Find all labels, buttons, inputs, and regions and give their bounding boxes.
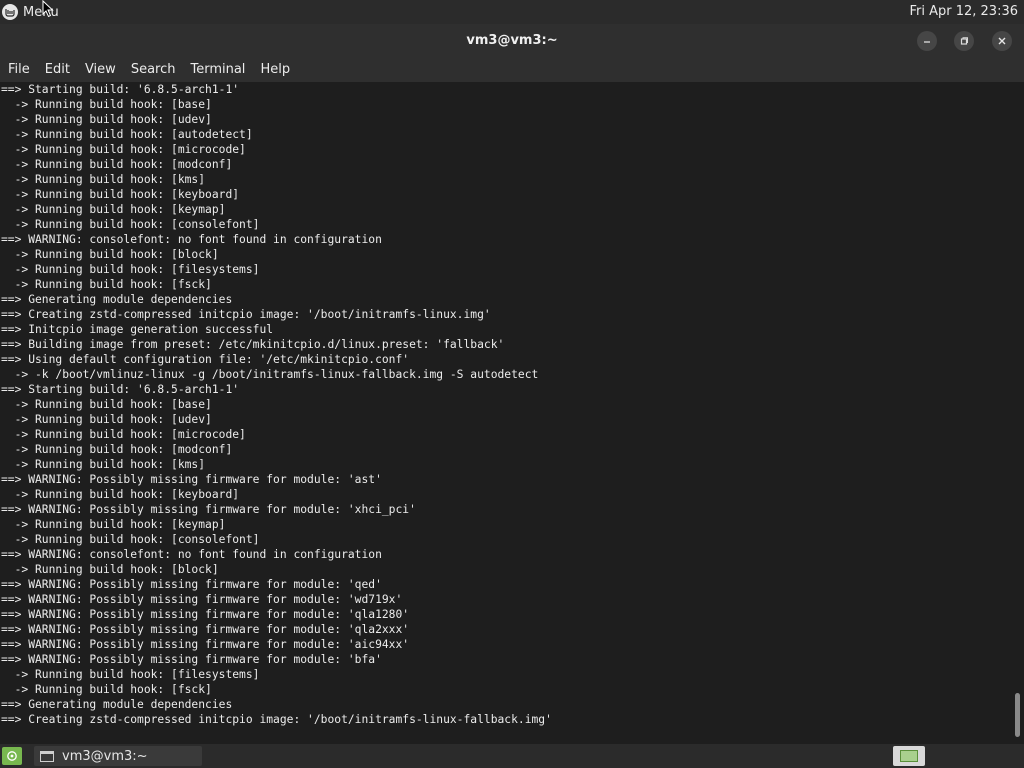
terminal-line: -> Running build hook: [block] bbox=[1, 563, 219, 576]
close-icon bbox=[998, 37, 1006, 45]
menubar: File Edit View Search Terminal Help bbox=[0, 58, 1024, 82]
taskbar-window-label: vm3@vm3:~ bbox=[62, 748, 148, 764]
menu-help[interactable]: Help bbox=[252, 58, 297, 82]
bottom-panel: vm3@vm3:~ bbox=[0, 744, 1024, 768]
workspace-switcher[interactable] bbox=[893, 746, 925, 766]
terminal-line: -> Running build hook: [base] bbox=[1, 398, 212, 411]
terminal-line: ==> WARNING: Possibly missing firmware f… bbox=[1, 623, 410, 636]
close-button[interactable] bbox=[992, 31, 1012, 51]
terminal-line: -> Running build hook: [kms] bbox=[1, 458, 206, 471]
minimize-icon bbox=[924, 41, 930, 43]
taskbar-window-terminal[interactable]: vm3@vm3:~ bbox=[34, 746, 202, 766]
terminal-line: ==> WARNING: Possibly missing firmware f… bbox=[1, 638, 410, 651]
menu-terminal[interactable]: Terminal bbox=[182, 58, 252, 82]
terminal-line: ==> Starting build: '6.8.5-arch1-1' bbox=[1, 383, 240, 396]
minimize-button[interactable] bbox=[917, 31, 937, 51]
terminal-scrollbar[interactable] bbox=[1012, 82, 1024, 741]
terminal-line: -> Running build hook: [fsck] bbox=[1, 683, 212, 696]
terminal-line: ==> WARNING: Possibly missing firmware f… bbox=[1, 608, 410, 621]
terminal-line: ==> WARNING: Possibly missing firmware f… bbox=[1, 593, 403, 606]
terminal-line: -> Running build hook: [filesystems] bbox=[1, 668, 260, 681]
window-title: vm3@vm3:~ bbox=[466, 33, 558, 48]
scrollbar-thumb[interactable] bbox=[1015, 693, 1020, 737]
terminal-line: ==> Building image from preset: /etc/mki… bbox=[1, 338, 505, 351]
terminal-line: ==> WARNING: Possibly missing firmware f… bbox=[1, 653, 382, 666]
restore-icon bbox=[960, 37, 968, 45]
terminal-line: ==> WARNING: Possibly missing firmware f… bbox=[1, 578, 382, 591]
terminal-line: -> Running build hook: [keymap] bbox=[1, 203, 226, 216]
terminal-line: -> Running build hook: [keymap] bbox=[1, 518, 226, 531]
terminal-line: -> -k /boot/vmlinuz-linux -g /boot/initr… bbox=[1, 368, 539, 381]
terminal-line: ==> WARNING: Possibly missing firmware f… bbox=[1, 473, 382, 486]
terminal-line: ==> Creating zstd-compressed initcpio im… bbox=[1, 713, 552, 726]
show-desktop-button[interactable] bbox=[2, 747, 22, 765]
terminal-line: ==> WARNING: consolefont: no font found … bbox=[1, 233, 382, 246]
terminal-line: ==> Using default configuration file: '/… bbox=[1, 353, 410, 366]
terminal-line: ==> Initcpio image generation successful bbox=[1, 323, 274, 336]
mint-logo-icon bbox=[2, 4, 18, 20]
terminal-line: -> Running build hook: [keyboard] bbox=[1, 488, 240, 501]
terminal-line: -> Running build hook: [base] bbox=[1, 98, 212, 111]
terminal-line: -> Running build hook: [consolefont] bbox=[1, 218, 260, 231]
terminal-line: -> Running build hook: [keyboard] bbox=[1, 188, 240, 201]
terminal-line: -> Running build hook: [modconf] bbox=[1, 158, 233, 171]
terminal-line: ==> Starting build: '6.8.5-arch1-1' bbox=[1, 83, 240, 96]
workspace-switcher-icon bbox=[900, 750, 918, 762]
menu-view[interactable]: View bbox=[77, 58, 123, 82]
terminal-line: ==> Creating zstd-compressed initcpio im… bbox=[1, 308, 491, 321]
terminal-line: ==> Generating module dependencies bbox=[1, 293, 233, 306]
window-titlebar[interactable]: vm3@vm3:~ bbox=[0, 24, 1024, 58]
terminal-line: -> Running build hook: [microcode] bbox=[1, 143, 246, 156]
clock[interactable]: Fri Apr 12, 23:36 bbox=[909, 0, 1018, 24]
menu-search[interactable]: Search bbox=[123, 58, 183, 82]
terminal-line: -> Running build hook: [filesystems] bbox=[1, 263, 260, 276]
terminal-line: -> Running build hook: [fsck] bbox=[1, 278, 212, 291]
terminal-line: -> Running build hook: [kms] bbox=[1, 173, 206, 186]
terminal-line: -> Running build hook: [consolefont] bbox=[1, 533, 260, 546]
maximize-button[interactable] bbox=[954, 31, 974, 51]
terminal-line: ==> WARNING: Possibly missing firmware f… bbox=[1, 503, 416, 516]
terminal-line: -> Running build hook: [block] bbox=[1, 248, 219, 261]
terminal-line: -> Running build hook: [udev] bbox=[1, 413, 212, 426]
top-panel: Menu Fri Apr 12, 23:36 bbox=[0, 0, 1024, 24]
terminal-output[interactable]: ==> Starting build: '6.8.5-arch1-1' -> R… bbox=[0, 82, 1012, 741]
menu-edit[interactable]: Edit bbox=[37, 58, 77, 82]
menu-file[interactable]: File bbox=[0, 58, 37, 82]
terminal-line: ==> WARNING: consolefont: no font found … bbox=[1, 548, 382, 561]
terminal-line: ==> Generating module dependencies bbox=[1, 698, 233, 711]
terminal-line: -> Running build hook: [udev] bbox=[1, 113, 212, 126]
terminal-line: -> Running build hook: [autodetect] bbox=[1, 128, 253, 141]
terminal-line: -> Running build hook: [modconf] bbox=[1, 443, 233, 456]
terminal-line: -> Running build hook: [microcode] bbox=[1, 428, 246, 441]
desktop-icon bbox=[7, 751, 17, 761]
terminal-window-icon bbox=[40, 750, 54, 762]
mouse-pointer-icon bbox=[42, 0, 54, 18]
